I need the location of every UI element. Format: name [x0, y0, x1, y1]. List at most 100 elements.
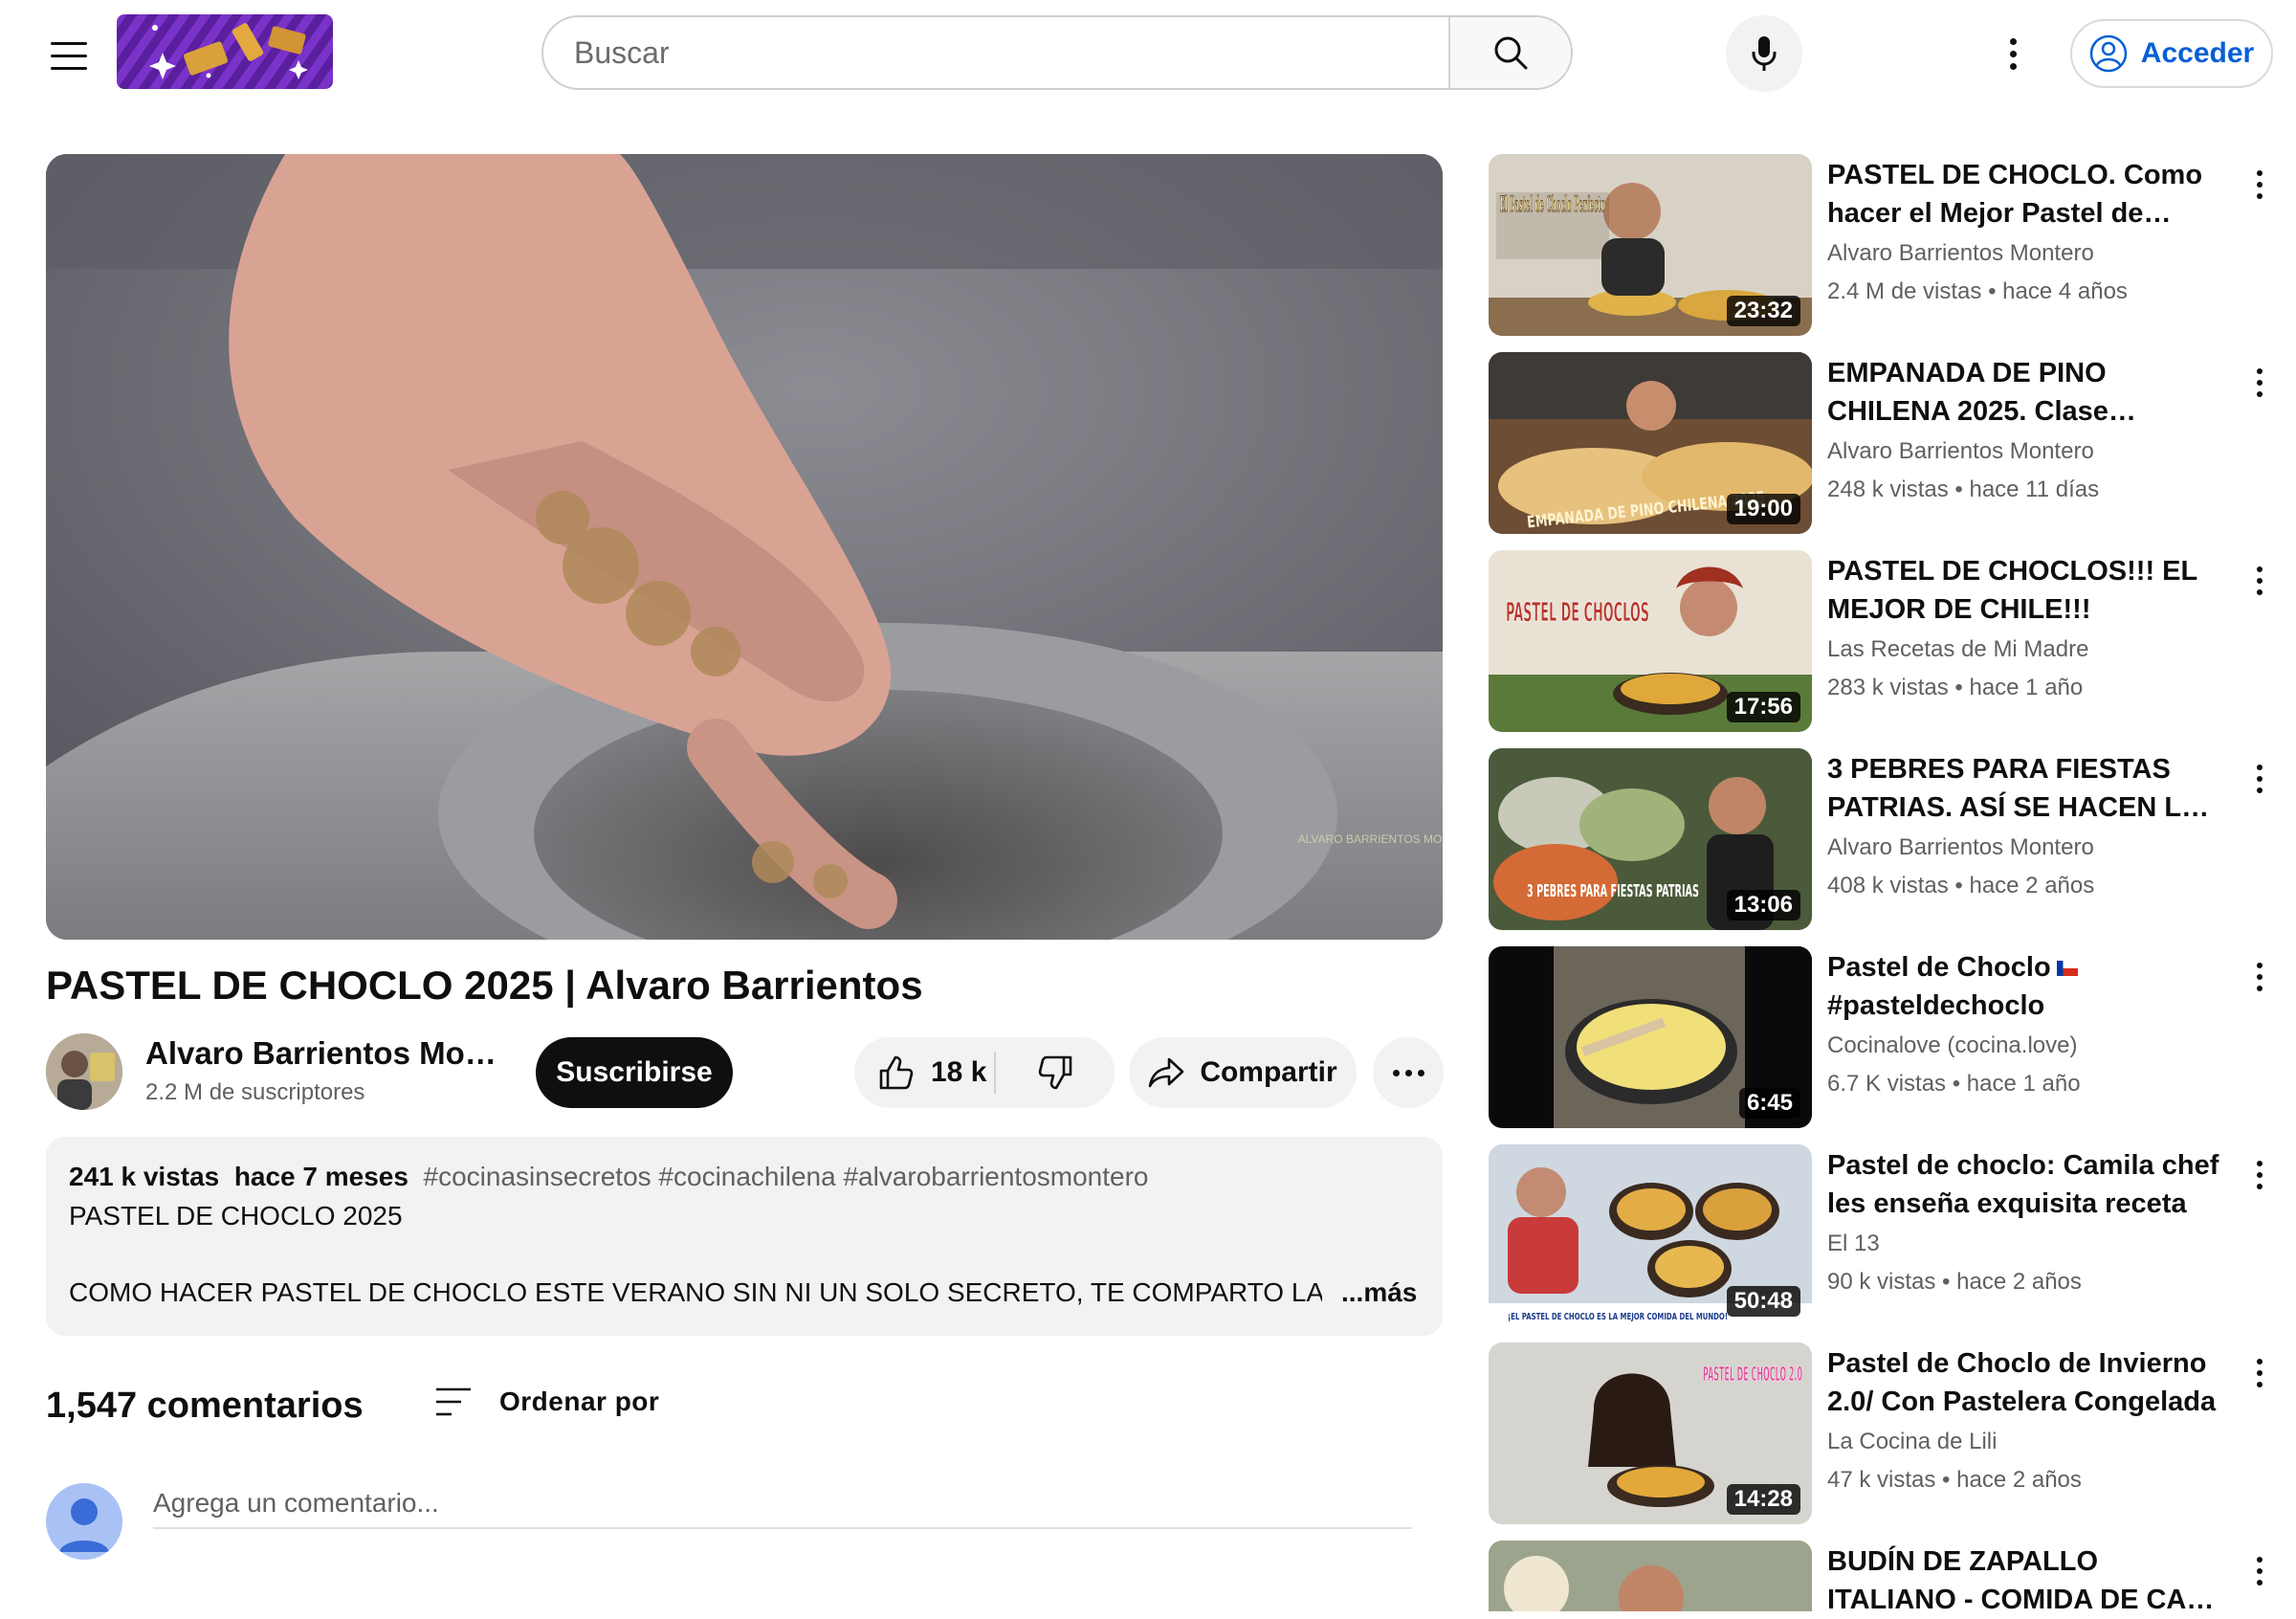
more-vertical-icon	[2257, 170, 2263, 199]
recommendation-thumbnail[interactable]: ¡EL PASTEL DE CHOCLO ES LA MEJOR COMIDA …	[1489, 1144, 1812, 1326]
like-button[interactable]: 18 k	[854, 1037, 994, 1108]
recommendation-menu-button[interactable]	[2241, 562, 2279, 600]
description-meta: 241 k vistas hace 7 meses #cocinasinsecr…	[69, 1162, 1149, 1192]
upload-date: hace 7 meses	[233, 1162, 408, 1191]
more-vertical-icon	[2257, 1557, 2263, 1586]
channel-name[interactable]: Alvaro Barrientos Montero	[145, 1035, 499, 1072]
doodle-logo-image	[117, 14, 333, 89]
settings-more-button[interactable]	[1986, 27, 2040, 80]
peru-flag-icon	[2056, 961, 2078, 977]
more-vertical-icon	[2009, 37, 2017, 70]
recommendation-title[interactable]: Pastel de choclo: Camila chef les enseña…	[1827, 1146, 2229, 1223]
search-button[interactable]	[1448, 17, 1571, 88]
recommendation-meta: 47 k vistas • hace 2 años	[1827, 1467, 2082, 1493]
recommendation-item[interactable]: PASTEL DE CHOCLO 2.0 14:28 Pastel de Cho…	[1489, 1342, 2283, 1524]
video-duration: 6:45	[1738, 1088, 1800, 1119]
recommendation-channel[interactable]: Alvaro Barrientos Montero	[1827, 438, 2094, 465]
default-avatar-icon	[59, 1498, 109, 1552]
recommendation-thumbnail[interactable]: PASTEL DE CHOCLOS 17:56	[1489, 550, 1812, 732]
thumbnail-text: PASTEL DE CHOCLO 2.0	[1703, 1363, 1802, 1386]
microphone-icon	[1752, 36, 1777, 71]
recommendation-title[interactable]: 3 PEBRES PARA FIESTAS PATRIAS. ASÍ SE HA…	[1827, 750, 2229, 827]
search-bar	[541, 15, 1573, 90]
recommendation-thumbnail[interactable]: 3 PEBRES PARA FIESTAS PATRIAS 13:06	[1489, 748, 1812, 930]
recommendation-menu-button[interactable]	[2241, 1354, 2279, 1392]
description-line: COMO HACER PASTEL DE CHOCLO ESTE VERANO …	[69, 1277, 1322, 1307]
show-more-link[interactable]: ...más	[1341, 1277, 1417, 1308]
recommendation-thumbnail[interactable]: El Pastel de Choclo Perfecto 23:32	[1489, 154, 1812, 336]
recommendation-channel[interactable]: La Cocina de Lili	[1827, 1429, 1997, 1455]
recommendation-channel[interactable]: Las Recetas de Mi Madre	[1827, 636, 2088, 663]
more-vertical-icon	[2257, 368, 2263, 397]
recommendation-menu-button[interactable]	[2241, 1552, 2279, 1590]
more-vertical-icon	[2257, 1161, 2263, 1189]
recommendation-title[interactable]: BUDÍN DE ZAPALLO ITALIANO - COMIDA DE CA…	[1827, 1542, 2229, 1619]
video-title: PASTEL DE CHOCLO 2025 | Alvaro Barriento…	[46, 963, 923, 1008]
signin-label: Acceder	[2140, 37, 2255, 69]
signin-button[interactable]: Acceder	[2070, 19, 2273, 88]
recommendation-thumbnail[interactable]: 6:45	[1489, 946, 1812, 1128]
more-horizontal-icon	[1392, 1069, 1400, 1076]
recommendation-thumbnail[interactable]: PASTEL DE CHOCLO 2.0 14:28	[1489, 1342, 1812, 1524]
channel-avatar[interactable]	[46, 1033, 122, 1110]
recommendation-item[interactable]: 3 PEBRES PARA FIESTAS PATRIAS 13:06 3 PE…	[1489, 748, 2283, 930]
recommendation-item[interactable]: EMPANADA DE PINO CHILENA 2025 19:00 EMPA…	[1489, 352, 2283, 534]
voice-search-button[interactable]	[1726, 15, 1802, 92]
recommendation-meta: 2.4 M de vistas • hace 4 años	[1827, 278, 2128, 304]
video-player[interactable]: ALVARO BARRIENTOS MONTERO	[46, 154, 1443, 940]
recommendation-title[interactable]: Pastel de Choclo #pasteldechoclo	[1827, 948, 2229, 1025]
thumbnail-image	[1489, 1541, 1812, 1611]
thumbnail-text: ¡EL PASTEL DE CHOCLO ES LA MEJOR COMIDA …	[1508, 1312, 1728, 1322]
subscribe-button[interactable]: Suscribirse	[536, 1037, 733, 1108]
recommendation-meta: 248 k vistas • hace 11 días	[1827, 477, 2100, 502]
recommendation-item[interactable]: El Pastel de Choclo Perfecto 23:32 PASTE…	[1489, 154, 2283, 336]
video-duration: 23:32	[1726, 296, 1800, 326]
recommendation-title[interactable]: PASTEL DE CHOCLO. Como hacer el Mejor Pa…	[1827, 156, 2229, 233]
menu-button[interactable]	[38, 25, 99, 86]
recommendation-menu-button[interactable]	[2241, 1156, 2279, 1194]
recommendation-channel[interactable]: El 13	[1827, 1231, 1880, 1257]
comment-input[interactable]	[153, 1479, 1412, 1529]
recommendation-item[interactable]: ¡EL PASTEL DE CHOCLO ES LA MEJOR COMIDA …	[1489, 1144, 2283, 1326]
recommendation-title[interactable]: PASTEL DE CHOCLOS!!! EL MEJOR DE CHILE!!…	[1827, 552, 2229, 629]
thumbs-up-icon	[879, 1055, 914, 1090]
share-button[interactable]: Compartir	[1129, 1037, 1357, 1108]
recommendation-channel[interactable]: Alvaro Barrientos Montero	[1827, 240, 2094, 267]
doodle-logo[interactable]	[117, 14, 333, 89]
channel-avatar-image	[46, 1033, 122, 1110]
description-line: PASTEL DE CHOCLO 2025	[69, 1201, 403, 1231]
description-box[interactable]: 241 k vistas hace 7 meses #cocinasinsecr…	[46, 1137, 1443, 1336]
recommendation-item[interactable]: PASTEL DE CHOCLOS 17:56 PASTEL DE CHOCLO…	[1489, 550, 2283, 732]
thumbnail-text: El Pastel de Choclo Perfecto	[1500, 192, 1605, 217]
sort-label: Ordenar por	[499, 1386, 660, 1416]
video-duration: 14:28	[1726, 1484, 1800, 1515]
recommendation-thumbnail[interactable]	[1489, 1541, 1812, 1611]
thumbs-down-icon	[1038, 1055, 1072, 1090]
more-vertical-icon	[2257, 566, 2263, 595]
hamburger-icon	[51, 41, 87, 45]
more-actions-button[interactable]	[1373, 1037, 1444, 1108]
hashtags[interactable]: #cocinasinsecretos #cocinachilena #alvar…	[424, 1162, 1149, 1191]
user-avatar	[46, 1483, 122, 1560]
sort-comments-button[interactable]: Ordenar por	[434, 1386, 659, 1418]
recommendation-title[interactable]: Pastel de Choclo de Invierno 2.0/ Con Pa…	[1827, 1344, 2229, 1421]
recommendation-item[interactable]: 6:45 Pastel de Choclo #pasteldechoclo Coc…	[1489, 946, 2283, 1128]
video-duration: 17:56	[1726, 692, 1800, 722]
video-duration: 19:00	[1726, 494, 1800, 524]
search-input[interactable]	[543, 17, 1448, 88]
recommendation-item[interactable]: BUDÍN DE ZAPALLO ITALIANO - COMIDA DE CA…	[1489, 1541, 2283, 1615]
recommendation-meta: 408 k vistas • hace 2 años	[1827, 873, 2095, 898]
dislike-button[interactable]	[996, 1037, 1115, 1108]
recommendation-thumbnail[interactable]: EMPANADA DE PINO CHILENA 2025 19:00	[1489, 352, 1812, 534]
recommendation-title[interactable]: EMPANADA DE PINO CHILENA 2025. Clase Mag…	[1827, 354, 2229, 431]
recommendation-menu-button[interactable]	[2241, 958, 2279, 996]
video-duration: 13:06	[1726, 890, 1800, 920]
more-vertical-icon	[2257, 1359, 2263, 1387]
more-vertical-icon	[2257, 963, 2263, 991]
like-dislike-group: 18 k	[854, 1037, 1115, 1108]
recommendation-menu-button[interactable]	[2241, 166, 2279, 204]
recommendation-menu-button[interactable]	[2241, 364, 2279, 402]
recommendation-channel[interactable]: Alvaro Barrientos Montero	[1827, 834, 2094, 861]
recommendation-channel[interactable]: Cocinalove (cocina.love)	[1827, 1032, 2077, 1059]
recommendation-menu-button[interactable]	[2241, 760, 2279, 798]
